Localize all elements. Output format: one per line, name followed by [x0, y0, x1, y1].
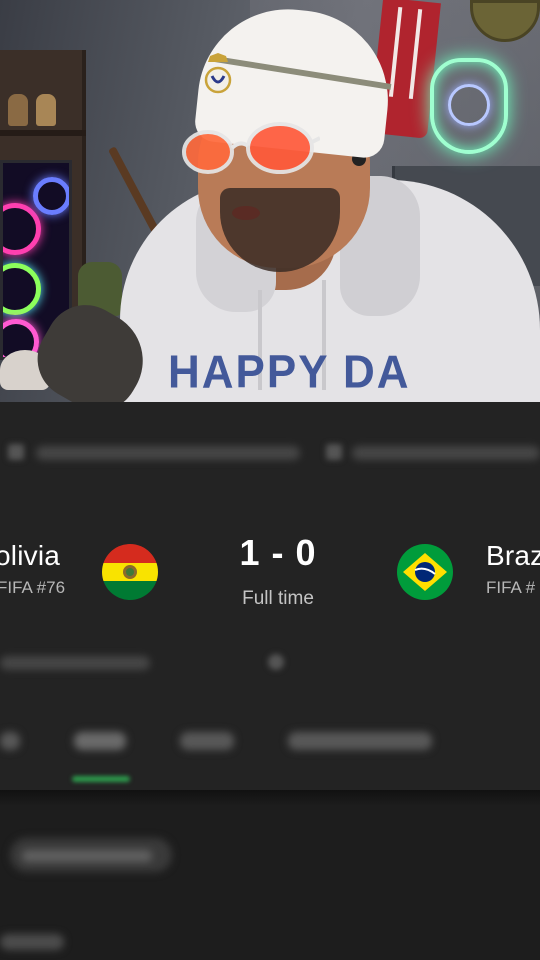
stadium-icon: [326, 444, 342, 460]
beanie-crest-icon: [204, 53, 232, 94]
tab-blurred[interactable]: [180, 732, 234, 750]
home-team-rank: FIFA #76: [0, 578, 66, 597]
hoodie-print: HAPPY DA: [168, 346, 411, 399]
home-team[interactable]: olivia FIFA #76: [0, 540, 100, 598]
match-date-blurred: [36, 446, 300, 460]
match-status: Full time: [242, 588, 314, 609]
neon-crest-circle: [448, 84, 490, 126]
tab-blurred[interactable]: [288, 732, 432, 750]
scarf-lettering: [388, 6, 423, 99]
shelf-board: [0, 130, 86, 136]
section-divider: [0, 790, 540, 806]
mouth: [232, 206, 260, 220]
collectible-figure: [36, 94, 56, 126]
rgb-fan: [3, 203, 41, 255]
away-team-rank: FIFA #: [486, 578, 536, 597]
match-app-panel: olivia FIFA #76 1 - 0 Full time Braz FIF…: [0, 402, 540, 960]
rgb-fan: [3, 263, 41, 315]
calendar-icon: [8, 444, 24, 460]
tinted-glasses: [182, 122, 320, 174]
collectible-figure: [8, 94, 28, 126]
brazil-flag-icon[interactable]: [397, 544, 453, 600]
match-header-card: olivia FIFA #76 1 - 0 Full time Braz FIF…: [0, 402, 540, 790]
away-team-name[interactable]: Braz: [486, 540, 540, 572]
home-team-name[interactable]: olivia: [0, 540, 100, 572]
streamer-webcam: HAPPY DA: [0, 0, 540, 402]
match-venue-blurred: [352, 446, 540, 460]
tab-blurred[interactable]: [0, 732, 20, 750]
filter-pill-label-blurred: [22, 850, 152, 862]
neon-crest-sign: [430, 58, 508, 154]
match-score: 1 - 0: [239, 532, 317, 573]
bolivia-flag-icon[interactable]: [102, 544, 158, 600]
tab-blurred-active[interactable]: [74, 732, 126, 750]
section-label-blurred: [0, 934, 64, 950]
active-tab-indicator: [72, 776, 130, 782]
away-team[interactable]: Braz FIFA #: [486, 540, 540, 598]
match-info-blurred: [0, 656, 150, 670]
info-icon[interactable]: [268, 654, 284, 670]
rgb-fan: [33, 177, 69, 215]
